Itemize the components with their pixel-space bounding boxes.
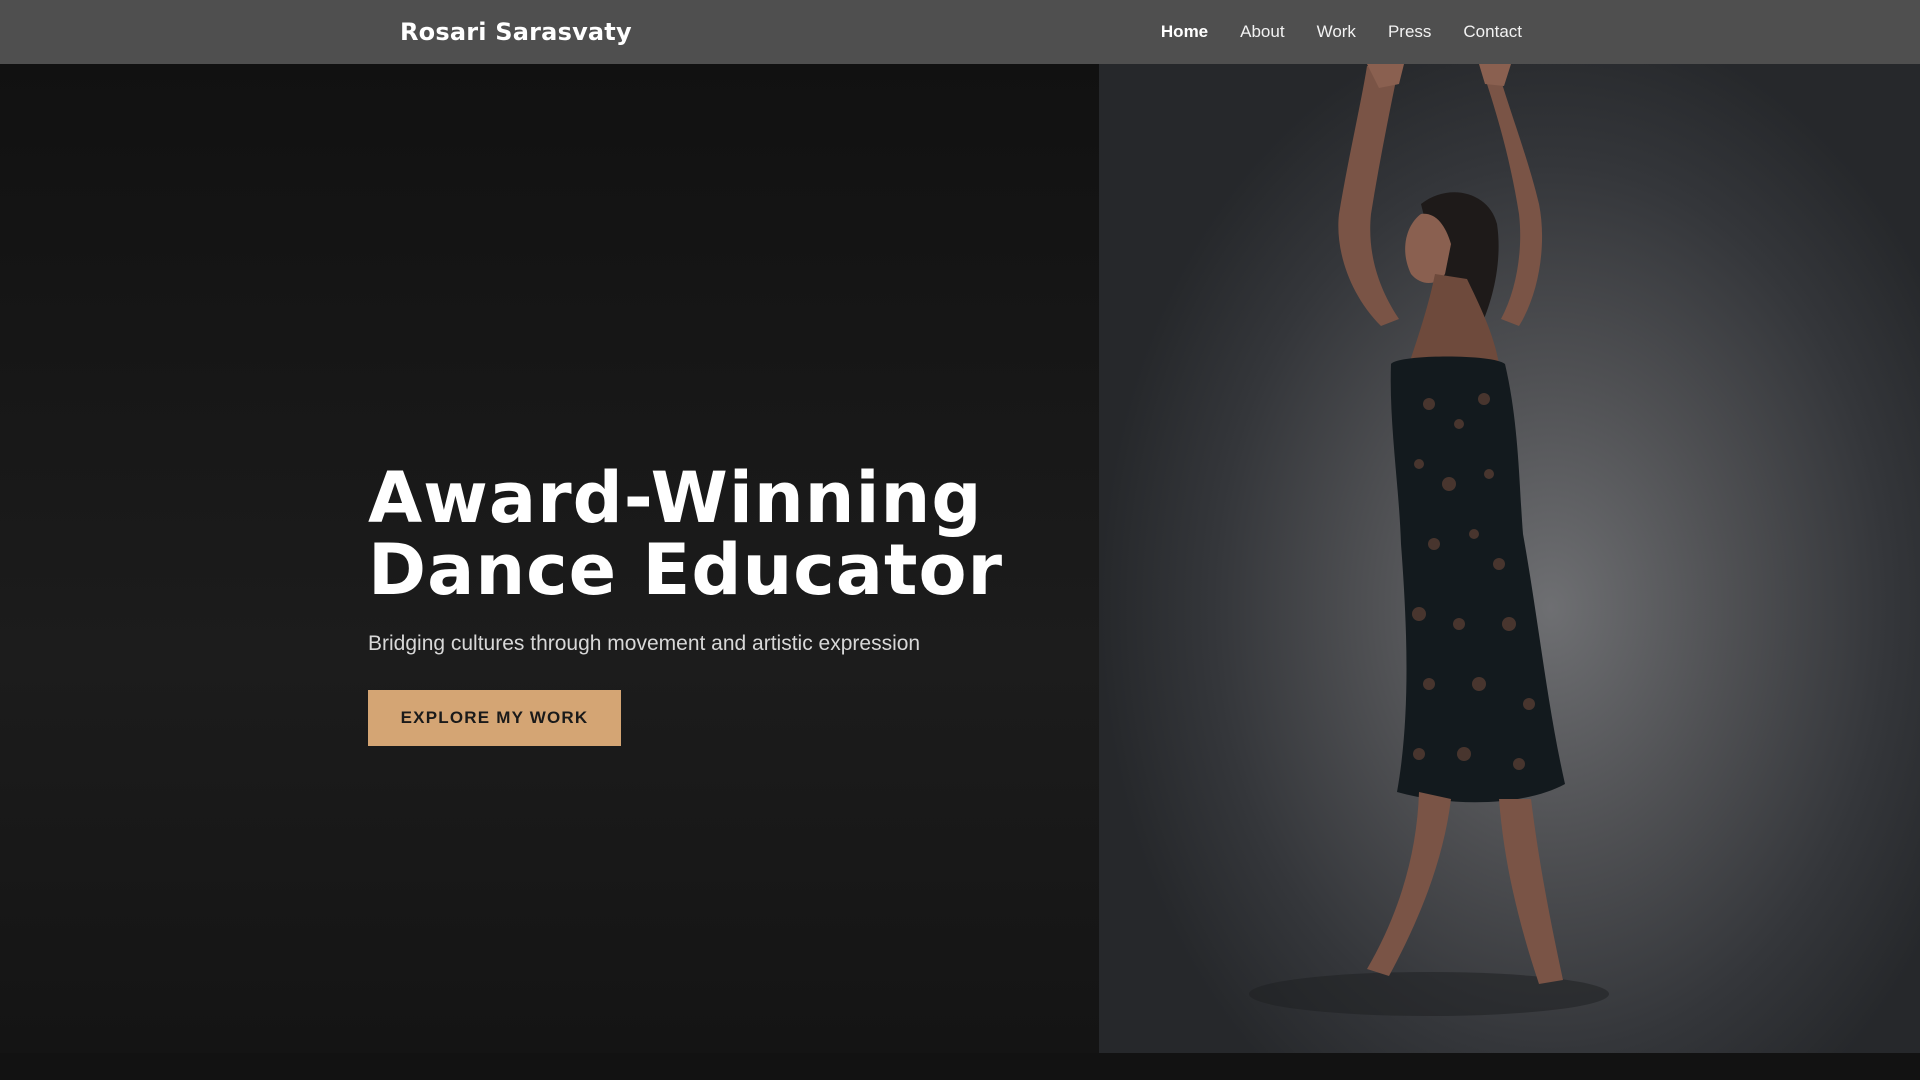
nav-links: Home About Work Press Contact: [1129, 20, 1522, 44]
nav-item-contact[interactable]: Contact: [1463, 20, 1522, 44]
nav-item-press[interactable]: Press: [1388, 20, 1431, 44]
hero-subtitle: Bridging cultures through movement and a…: [368, 632, 921, 655]
hero-dancer-photo: [1099, 64, 1920, 1053]
explore-work-button[interactable]: EXPLORE MY WORK: [368, 690, 621, 746]
top-navbar: Rosari Sarasvaty Home About Work Press C…: [0, 0, 1920, 64]
hero-bottom-strip: [0, 1053, 1920, 1080]
hero-headline: Award-Winning Dance Educator: [368, 462, 1068, 606]
site-brand[interactable]: Rosari Sarasvaty: [400, 16, 632, 48]
headline-line-1: Award-Winning: [368, 457, 983, 539]
headline-line-2: Dance Educator: [368, 529, 1004, 611]
nav-item-home[interactable]: Home: [1161, 20, 1208, 44]
nav-item-about[interactable]: About: [1240, 20, 1284, 44]
dancer-figure: [1249, 64, 1609, 1016]
nav-item-work[interactable]: Work: [1317, 20, 1356, 44]
